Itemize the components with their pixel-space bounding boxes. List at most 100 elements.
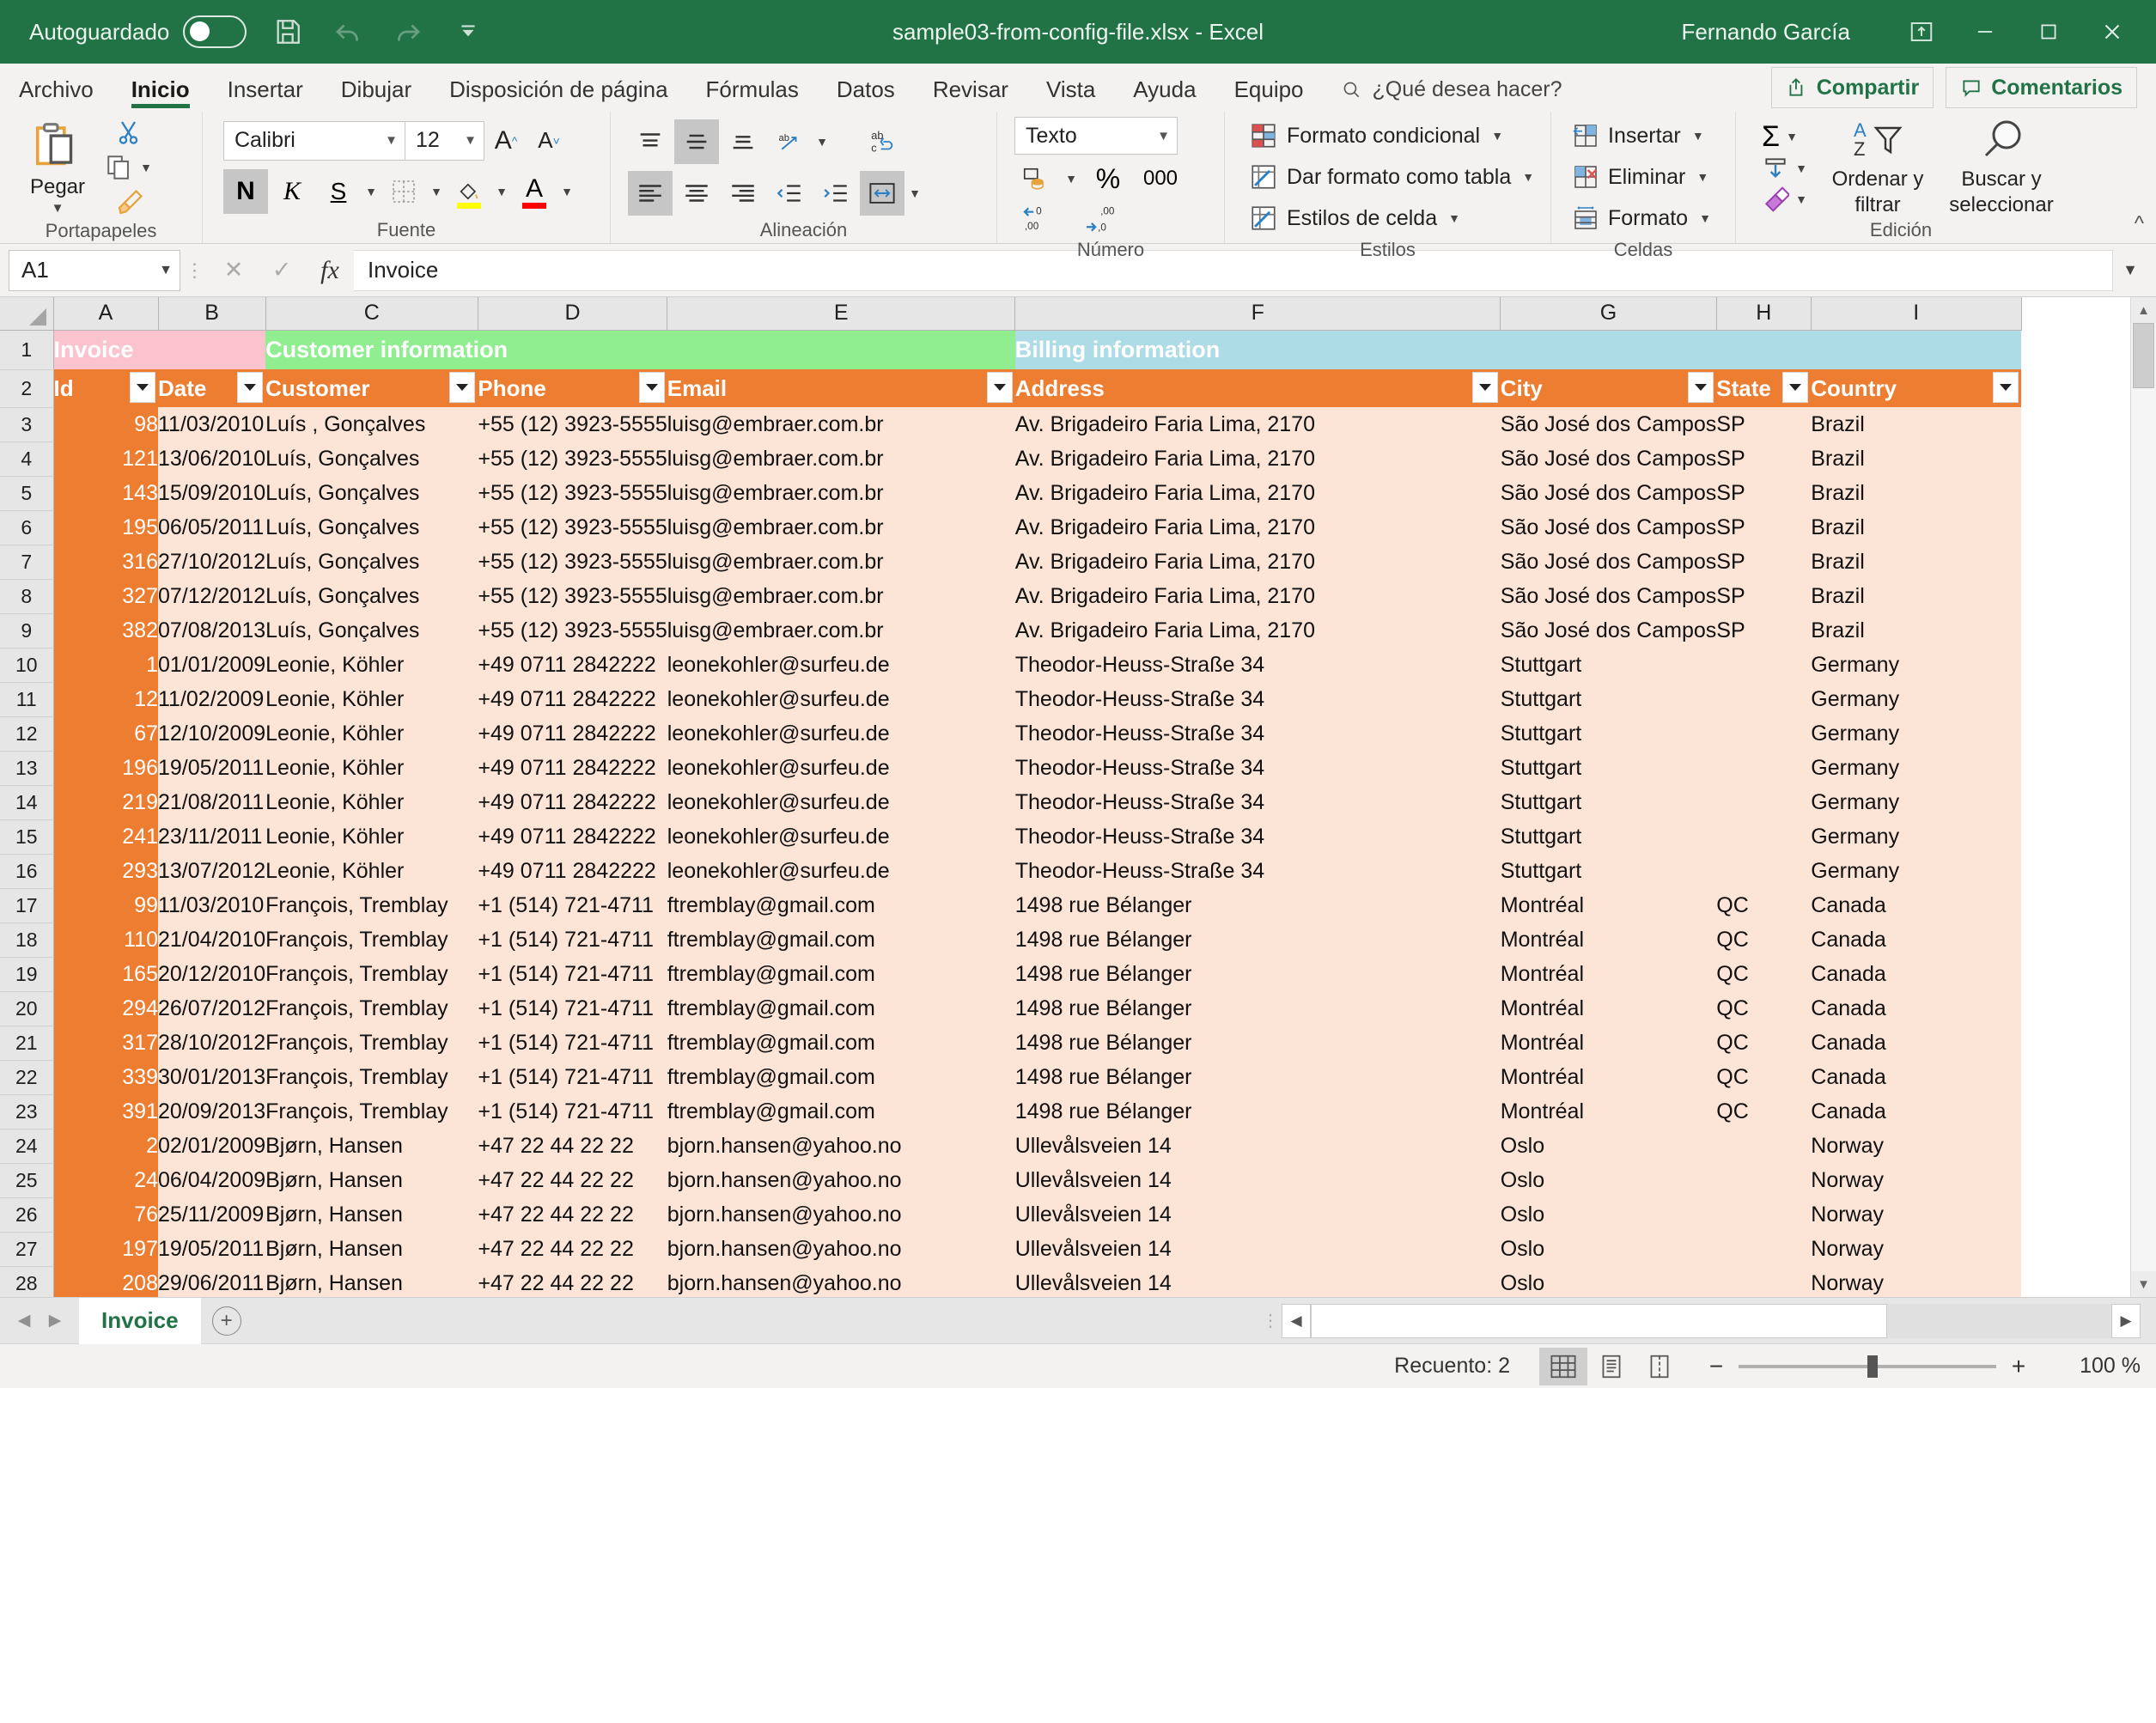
- row-header-1[interactable]: 1: [0, 330, 54, 370]
- cell-B6[interactable]: 06/05/2011: [158, 510, 266, 545]
- cell-A3[interactable]: 98: [53, 407, 158, 441]
- scroll-right-button[interactable]: ▶: [2111, 1303, 2141, 1338]
- cell-G23[interactable]: Montréal: [1500, 1094, 1717, 1129]
- row-header-25[interactable]: 25: [0, 1163, 54, 1198]
- cell-G19[interactable]: Montréal: [1500, 957, 1717, 991]
- cell-H26[interactable]: [1716, 1197, 1812, 1232]
- cell-A6[interactable]: 195: [53, 510, 158, 545]
- cell-D18[interactable]: +1 (514) 721-4711: [478, 922, 667, 957]
- row-header-22[interactable]: 22: [0, 1060, 54, 1095]
- cell-C8[interactable]: Luís, Gonçalves: [265, 579, 478, 613]
- cell-I15[interactable]: Germany: [1811, 819, 2022, 854]
- conditional-formatting-dropdown-icon[interactable]: ▼: [1489, 129, 1506, 143]
- cell-F22[interactable]: 1498 rue Bélanger: [1014, 1060, 1501, 1094]
- zoom-track[interactable]: [1739, 1355, 1996, 1378]
- increase-decimal-button[interactable]: 0,00: [1014, 199, 1068, 237]
- cell-I10[interactable]: Germany: [1811, 648, 2022, 682]
- cell-D3[interactable]: +55 (12) 3923-5555: [478, 407, 667, 441]
- cell-D8[interactable]: +55 (12) 3923-5555: [478, 579, 667, 613]
- cell-A15[interactable]: 241: [53, 819, 158, 854]
- comments-button[interactable]: Comentarios: [1946, 67, 2137, 108]
- redo-icon[interactable]: [389, 13, 427, 51]
- cell-B7[interactable]: 27/10/2012: [158, 545, 266, 579]
- cell-C19[interactable]: François, Tremblay: [265, 957, 478, 991]
- cell-A5[interactable]: 143: [53, 476, 158, 510]
- cell-C17[interactable]: François, Tremblay: [265, 888, 478, 922]
- cell-E13[interactable]: leonekohler@surfeu.de: [667, 751, 1015, 785]
- bold-button[interactable]: N: [223, 168, 268, 214]
- cell-G3[interactable]: São José dos Campos: [1500, 407, 1717, 441]
- cell-C28[interactable]: Bjørn, Hansen: [265, 1266, 478, 1297]
- cell-G9[interactable]: São José dos Campos: [1500, 613, 1717, 648]
- cell-H13[interactable]: [1716, 751, 1812, 785]
- align-top-button[interactable]: [628, 119, 673, 164]
- row-header-20[interactable]: 20: [0, 991, 54, 1026]
- tab-disposicion-de-pagina[interactable]: Disposición de página: [430, 67, 686, 112]
- cell-G15[interactable]: Stuttgart: [1500, 819, 1717, 854]
- comma-style-button[interactable]: 000: [1136, 161, 1185, 196]
- column-filter-header-address[interactable]: Address: [1014, 369, 1501, 407]
- zoom-out-button[interactable]: −: [1706, 1353, 1727, 1380]
- name-box[interactable]: A1 ▼: [9, 249, 180, 291]
- row-header-24[interactable]: 24: [0, 1129, 54, 1164]
- cell-styles-dropdown-icon[interactable]: ▼: [1446, 211, 1463, 225]
- next-sheet-icon[interactable]: ▶: [40, 1304, 70, 1338]
- conditional-formatting-button[interactable]: Formato condicional ▼: [1249, 117, 1537, 155]
- cell-F25[interactable]: Ullevålsveien 14: [1014, 1163, 1501, 1197]
- confirm-icon[interactable]: ✓: [258, 250, 306, 291]
- cell-A12[interactable]: 67: [53, 716, 158, 751]
- column-filter-header-customer[interactable]: Customer: [265, 369, 478, 407]
- cell-D6[interactable]: +55 (12) 3923-5555: [478, 510, 667, 545]
- row-header-15[interactable]: 15: [0, 819, 54, 855]
- format-painter-button[interactable]: [114, 187, 145, 218]
- cell-F19[interactable]: 1498 rue Bélanger: [1014, 957, 1501, 991]
- row-header-7[interactable]: 7: [0, 545, 54, 580]
- cell-D28[interactable]: +47 22 44 22 22: [478, 1266, 667, 1297]
- row-header-4[interactable]: 4: [0, 441, 54, 477]
- autosum-button[interactable]: Σ ▼: [1762, 122, 1810, 151]
- row-header-19[interactable]: 19: [0, 957, 54, 992]
- cell-I20[interactable]: Canada: [1811, 991, 2022, 1026]
- paste-button[interactable]: Pegar ▼: [10, 120, 105, 216]
- column-filter-header-email[interactable]: Email: [667, 369, 1015, 407]
- cell-E25[interactable]: bjorn.hansen@yahoo.no: [667, 1163, 1015, 1197]
- cell-C16[interactable]: Leonie, Köhler: [265, 854, 478, 888]
- row-header-10[interactable]: 10: [0, 648, 54, 683]
- cell-H23[interactable]: QC: [1716, 1094, 1812, 1129]
- cell-E21[interactable]: ftremblay@gmail.com: [667, 1026, 1015, 1060]
- cell-I11[interactable]: Germany: [1811, 682, 2022, 716]
- cell-G8[interactable]: São José dos Campos: [1500, 579, 1717, 613]
- tab-ayuda[interactable]: Ayuda: [1114, 67, 1215, 112]
- cell-F13[interactable]: Theodor-Heuss-Straße 34: [1014, 751, 1501, 785]
- autosum-dropdown-icon[interactable]: ▼: [1783, 130, 1800, 143]
- vertical-scrollbar[interactable]: ▲ ▼: [2130, 297, 2156, 1297]
- filter-dropdown-icon[interactable]: [638, 372, 665, 403]
- copy-button[interactable]: ▼: [105, 153, 155, 182]
- cell-E22[interactable]: ftremblay@gmail.com: [667, 1060, 1015, 1094]
- italic-button[interactable]: K: [270, 169, 314, 214]
- tab-vista[interactable]: Vista: [1027, 67, 1114, 112]
- cell-I12[interactable]: Germany: [1811, 716, 2022, 751]
- cell-A21[interactable]: 317: [53, 1026, 158, 1060]
- cell-C14[interactable]: Leonie, Köhler: [265, 785, 478, 819]
- cell-B3[interactable]: 11/03/2010: [158, 407, 266, 441]
- cell-C9[interactable]: Luís, Gonçalves: [265, 613, 478, 648]
- cell-H7[interactable]: SP: [1716, 545, 1812, 579]
- ribbon-display-options-icon[interactable]: [1890, 6, 1953, 58]
- maximize-icon[interactable]: [2017, 6, 2080, 58]
- tab-inicio[interactable]: Inicio: [113, 67, 209, 112]
- cell-E17[interactable]: ftremblay@gmail.com: [667, 888, 1015, 922]
- cell-A14[interactable]: 219: [53, 785, 158, 819]
- cell-B9[interactable]: 07/08/2013: [158, 613, 266, 648]
- cell-B13[interactable]: 19/05/2011: [158, 751, 266, 785]
- cell-C18[interactable]: François, Tremblay: [265, 922, 478, 957]
- scroll-down-button[interactable]: ▼: [2131, 1271, 2156, 1297]
- cell-E9[interactable]: luisg@embraer.com.br: [667, 613, 1015, 648]
- cell-A27[interactable]: 197: [53, 1232, 158, 1266]
- cell-G17[interactable]: Montréal: [1500, 888, 1717, 922]
- cell-E11[interactable]: leonekohler@surfeu.de: [667, 682, 1015, 716]
- cell-B28[interactable]: 29/06/2011: [158, 1266, 266, 1297]
- horizontal-scrollbar[interactable]: ◀ ▶: [1282, 1303, 2141, 1338]
- filter-dropdown-icon[interactable]: [986, 372, 1013, 403]
- cell-H24[interactable]: [1716, 1129, 1812, 1163]
